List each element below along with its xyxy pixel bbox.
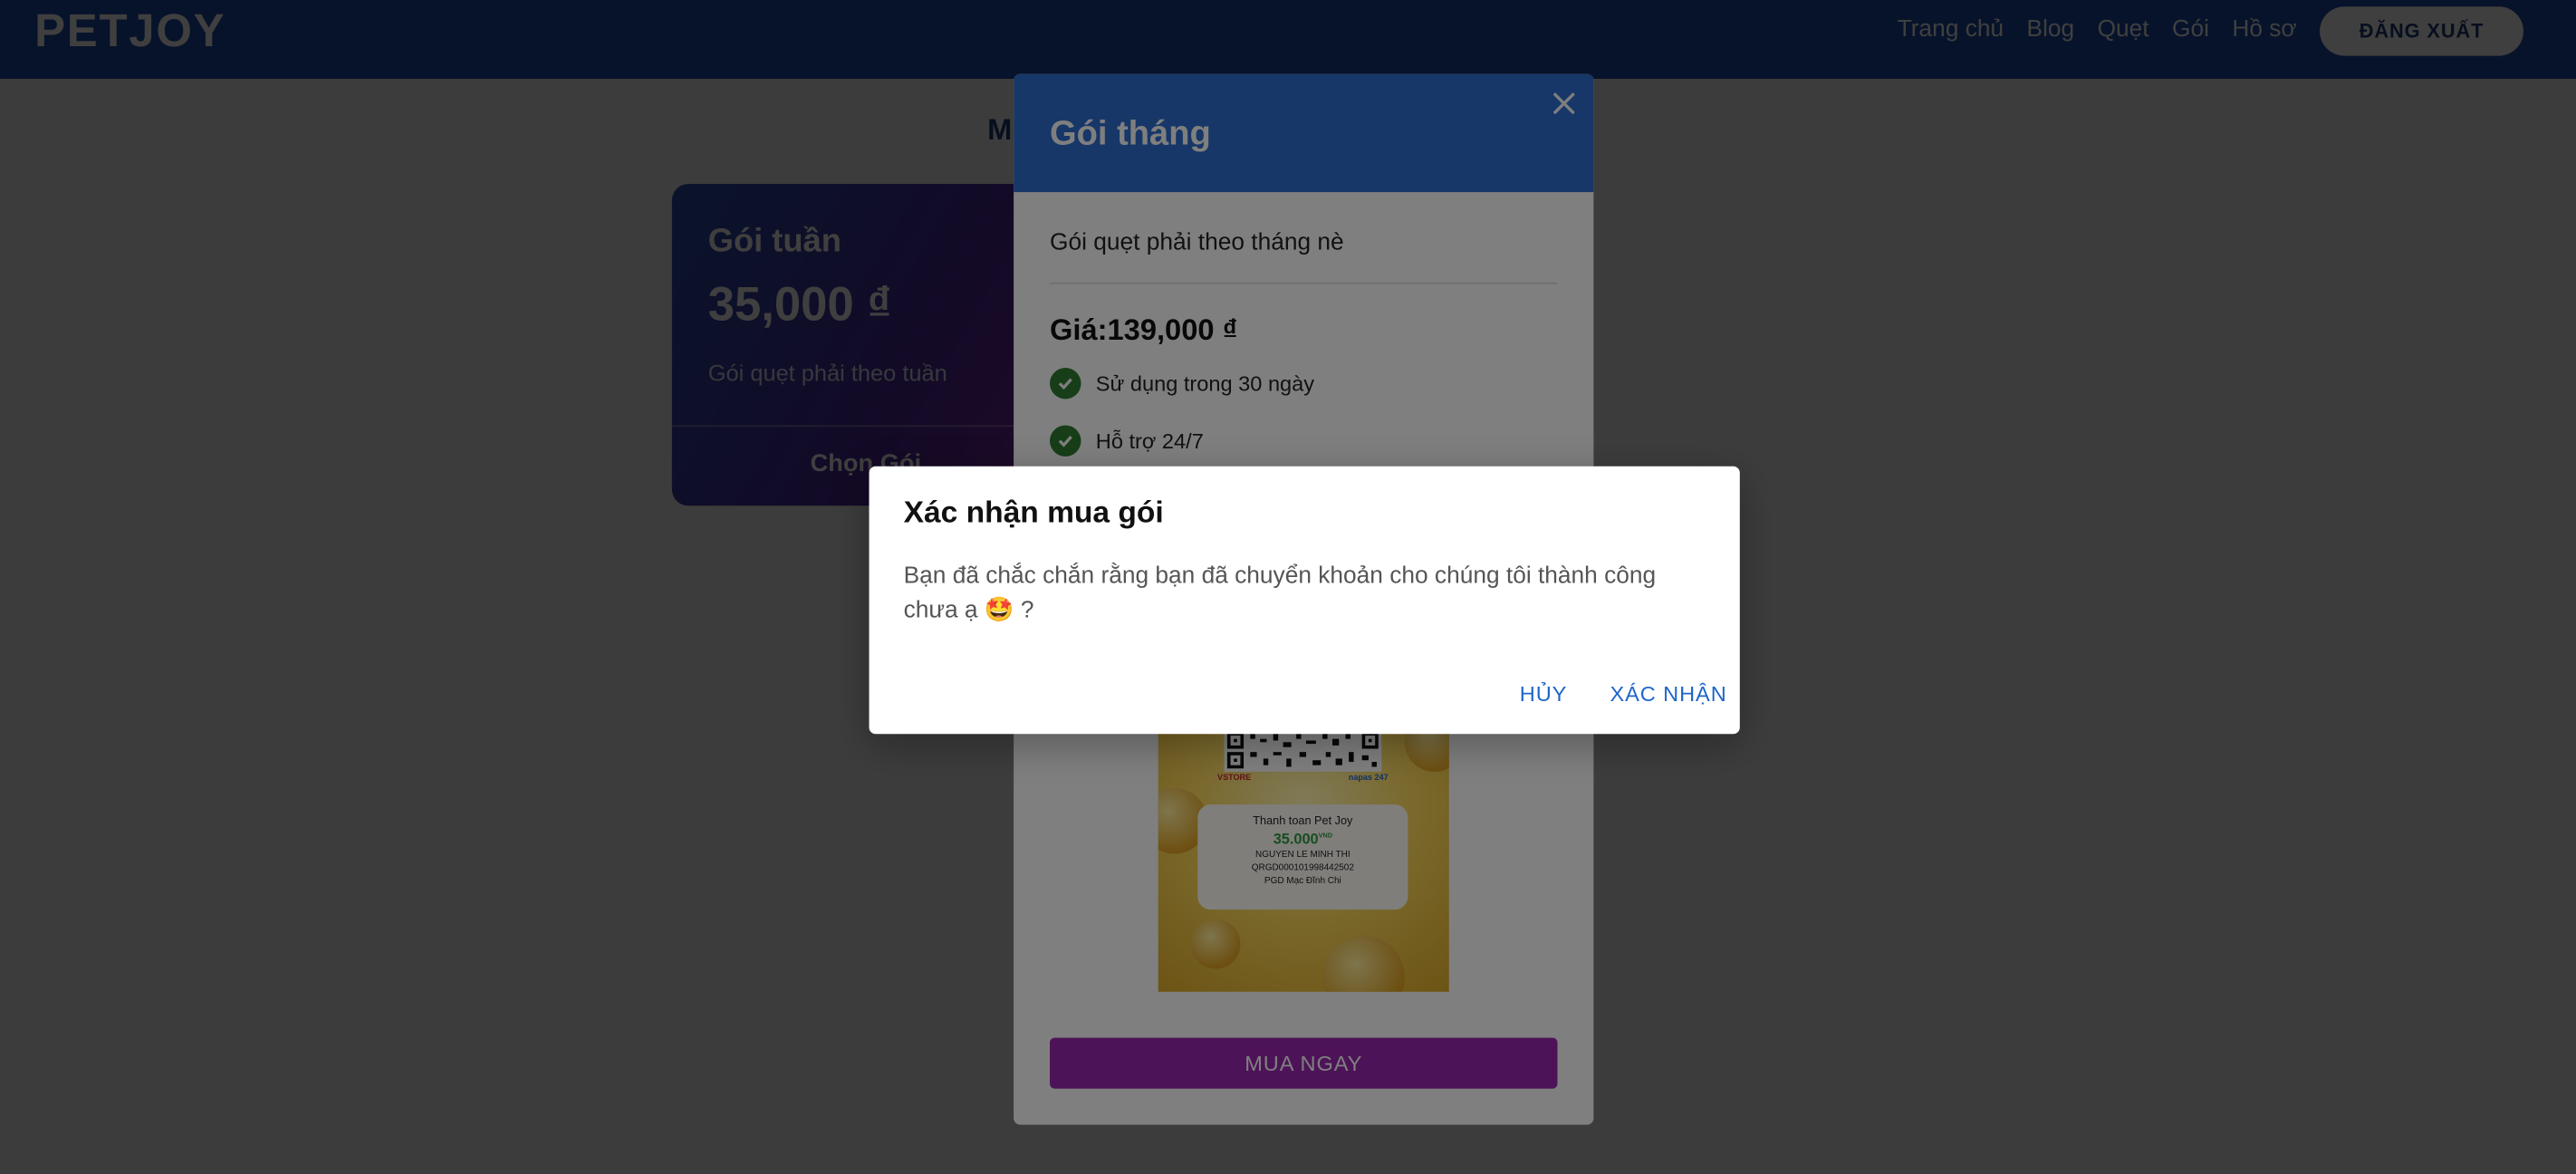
cancel-button[interactable]: HỦY: [1520, 681, 1568, 706]
dialog-actions: HỦY XÁC NHẬN: [870, 681, 1740, 707]
confirm-button[interactable]: XÁC NHẬN: [1610, 681, 1727, 706]
dialog-title: Xác nhận mua gói: [903, 494, 1164, 529]
confirm-purchase-dialog: Xác nhận mua gói Bạn đã chắc chắn rằng b…: [869, 466, 1740, 735]
dialog-message: Bạn đã chắc chắn rằng bạn đã chuyển khoả…: [903, 563, 1657, 624]
